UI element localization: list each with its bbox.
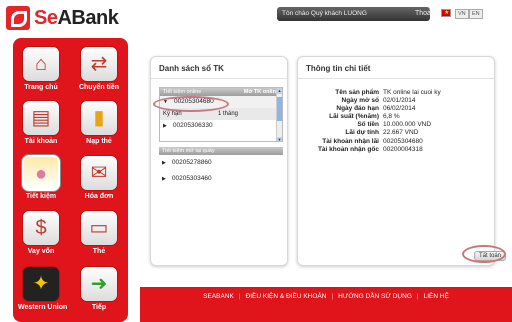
list-scrollbar[interactable]: ▲ ▼ bbox=[276, 88, 282, 141]
account-row[interactable]: ▶ 00205278860 bbox=[159, 155, 283, 171]
next-arrow-icon: ➜ bbox=[80, 266, 118, 302]
detail-title: Thông tin chi tiết bbox=[298, 57, 494, 79]
lang-en-button[interactable]: EN bbox=[469, 9, 483, 19]
footer-separator: | bbox=[416, 293, 419, 300]
sidebar-item-card[interactable]: ▭ Thẻ bbox=[76, 210, 122, 255]
detail-row: Tài khoản nhận gốc 00200004318 bbox=[317, 145, 423, 153]
footer-separator: | bbox=[331, 293, 334, 300]
footer-link-seabank[interactable]: SEABANK bbox=[203, 293, 234, 300]
detail-row: Tài khoản nhận lãi 00205304680 bbox=[322, 137, 423, 145]
account-row[interactable]: ▶ 00205303460 bbox=[159, 171, 283, 187]
footer-link-terms[interactable]: ĐIỀU KIỆN & ĐIỀU KHOẢN bbox=[246, 293, 327, 300]
sidebar-item-western-union[interactable]: ✦ Western Union bbox=[18, 266, 67, 311]
collapse-arrow-icon: ▶ bbox=[163, 123, 167, 129]
collapse-arrow-icon: ▶ bbox=[162, 160, 166, 166]
collapse-arrow-icon: ▶ bbox=[162, 176, 166, 182]
sidebar-item-account[interactable]: ▤ Tài khoản bbox=[18, 100, 64, 145]
account-list-panel: Danh sách sổ TK Tiết kiệm online Mở TK o… bbox=[150, 56, 288, 266]
detail-row: Số tiền 10.000.000 VND bbox=[357, 121, 432, 129]
topup-icon: ▮ bbox=[80, 100, 118, 136]
welcome-text: Tôn chào Quý khách LUONG bbox=[282, 10, 367, 17]
sidebar-item-topup[interactable]: ▮ Nạp thẻ bbox=[76, 100, 122, 145]
counter-savings-group-header: Tiết kiệm mở tại quầy bbox=[159, 147, 283, 155]
account-list-title: Danh sách sổ TK bbox=[151, 57, 287, 79]
sidebar-item-home[interactable]: ⌂ Trang chủ bbox=[18, 46, 64, 91]
logout-link[interactable]: Thoát bbox=[415, 7, 433, 21]
footer-link-guide[interactable]: HƯỚNG DẪN SỬ DỤNG bbox=[338, 293, 412, 300]
footer-link-contact[interactable]: LIÊN HỆ bbox=[424, 293, 449, 300]
account-icon: ▤ bbox=[22, 100, 60, 136]
sidebar-item-bill[interactable]: ✉ Hóa đơn bbox=[76, 155, 122, 200]
bill-icon: ✉ bbox=[80, 155, 118, 191]
open-online-account-link[interactable]: Mở TK online bbox=[244, 88, 279, 96]
detail-row: Ngày mở sổ 02/01/2014 bbox=[341, 97, 416, 105]
sidebar-item-transfer[interactable]: ⇄ Chuyển tiền bbox=[76, 46, 122, 91]
vietnam-flag-icon[interactable] bbox=[441, 9, 451, 17]
detail-table: Tên sản phẩm TK online lai cuoi ky Ngày m… bbox=[300, 89, 490, 154]
scroll-up-icon[interactable]: ▲ bbox=[277, 88, 282, 94]
highlight-oval-button bbox=[462, 245, 506, 263]
loan-icon: $ bbox=[22, 210, 60, 246]
detail-row: Lãi dự tính 22.667 VND bbox=[345, 129, 419, 137]
detail-panel: Thông tin chi tiết Tên sản phẩm TK online… bbox=[297, 56, 495, 266]
online-savings-list: Tiết kiệm online Mở TK online ▼ 00205304… bbox=[159, 87, 283, 142]
counter-savings-list: Tiết kiệm mở tại quầy ▶ 00205278860 ▶ 00… bbox=[159, 147, 283, 187]
detail-row: Lãi suất (%năm) 6,8 % bbox=[329, 113, 400, 121]
highlight-oval-account bbox=[153, 96, 229, 112]
sidebar-menu: ⌂ Trang chủ ⇄ Chuyển tiền ▤ Tài khoản ▮ … bbox=[13, 38, 128, 322]
seabank-logo-mark bbox=[6, 6, 30, 30]
seabank-logo-text: SeABank bbox=[34, 6, 119, 29]
detail-row: Tên sản phẩm TK online lai cuoi ky bbox=[335, 89, 441, 96]
scroll-thumb[interactable] bbox=[277, 97, 282, 121]
online-savings-label: Tiết kiệm online bbox=[163, 89, 202, 95]
account-row[interactable]: ▶ 00205306330 bbox=[160, 120, 282, 132]
footer-separator: | bbox=[238, 293, 241, 300]
card-icon: ▭ bbox=[80, 210, 118, 246]
lang-vn-button[interactable]: VN bbox=[455, 9, 469, 19]
home-icon: ⌂ bbox=[22, 46, 60, 82]
sidebar-item-savings[interactable]: ● Tiết kiệm bbox=[18, 155, 64, 200]
seabank-logo[interactable]: SeABank bbox=[6, 6, 119, 30]
sidebar-item-next[interactable]: ➜ Tiếp bbox=[76, 266, 122, 311]
footer-links: SEABANK | ĐIỀU KIỆN & ĐIỀU KHOẢN | HƯỚNG… bbox=[140, 293, 512, 300]
piggy-bank-icon: ● bbox=[22, 155, 60, 191]
sidebar-item-loan[interactable]: $ Vay vốn bbox=[18, 210, 64, 255]
transfer-icon: ⇄ bbox=[80, 46, 118, 82]
scroll-down-icon[interactable]: ▼ bbox=[277, 137, 282, 141]
western-union-icon: ✦ bbox=[22, 266, 60, 302]
welcome-bar: Tôn chào Quý khách LUONG bbox=[277, 7, 430, 21]
term-value: 1 tháng bbox=[218, 111, 239, 117]
online-savings-group-header: Tiết kiệm online Mở TK online bbox=[160, 88, 282, 96]
